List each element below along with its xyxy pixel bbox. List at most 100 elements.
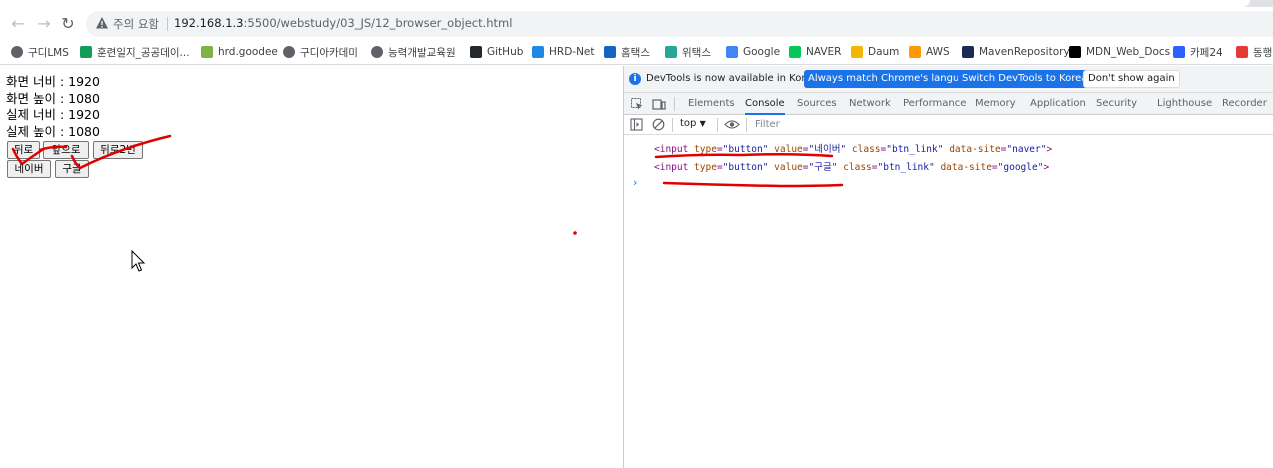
- switch-to-korean-button[interactable]: Switch DevTools to Korean: [958, 70, 1098, 88]
- sheets-icon: [80, 46, 92, 58]
- bookmark-item[interactable]: hrd.goodee: [201, 44, 278, 60]
- tab-application[interactable]: Application: [1030, 93, 1086, 115]
- bookmark-item[interactable]: 카페24: [1173, 44, 1223, 60]
- forward-button[interactable]: 앞으로: [43, 141, 89, 159]
- bookmark-item[interactable]: GitHub: [470, 44, 523, 60]
- inner-height-text: 실제 높이 : 1080: [6, 124, 100, 139]
- bookmark-label: 훈련일지_공공데이...: [97, 46, 190, 59]
- console-prompt[interactable]: ›: [633, 176, 637, 189]
- daum-icon: [851, 46, 863, 58]
- browser-toolbar: ← → ↻ 주의 요함 192.168.1.3:5500/webstudy/03…: [0, 7, 1273, 39]
- mdn-icon: [1069, 46, 1081, 58]
- tab-elements[interactable]: Elements: [688, 93, 735, 115]
- page-content: 화면 너비 : 1920 화면 높이 : 1080 실제 너비 : 1920 실…: [0, 66, 623, 468]
- bookmark-item[interactable]: Daum: [851, 44, 899, 60]
- hrdnet-icon: [532, 46, 544, 58]
- bookmark-label: Google: [743, 46, 781, 58]
- naver-button[interactable]: 네이버: [7, 160, 51, 178]
- reload-icon[interactable]: ↻: [58, 14, 78, 34]
- bookmark-label: MavenRepository: [979, 46, 1070, 58]
- browser-window: ← → ↻ 주의 요함 192.168.1.3:5500/webstudy/03…: [0, 0, 1273, 468]
- dont-show-again-button[interactable]: Don't show again: [1083, 70, 1180, 88]
- device-toolbar-icon[interactable]: [652, 97, 666, 111]
- bookmark-item[interactable]: AWS: [909, 44, 950, 60]
- url-path: :5500/webstudy/03_JS/12_browser_object.h…: [243, 16, 513, 30]
- bookmark-item[interactable]: 훈련일지_공공데이...: [80, 44, 190, 60]
- back-arrow-icon[interactable]: ←: [8, 14, 28, 34]
- bookmark-item[interactable]: 구디LMS: [11, 44, 69, 60]
- devtools-tab-bar: Elements Console Sources Network Performance…: [624, 93, 1273, 115]
- mouse-cursor-icon: [131, 250, 146, 272]
- dropdown-arrow-icon: ▼: [699, 119, 706, 128]
- screen-height-text: 화면 높이 : 1080: [6, 91, 100, 106]
- tab-performance[interactable]: Performance: [903, 93, 966, 115]
- globe-icon: [11, 46, 23, 58]
- console-site: naver: [1012, 144, 1041, 155]
- cafe24-icon: [1173, 46, 1185, 58]
- donghaeng-icon: [1236, 46, 1248, 58]
- toolbar-separator: [717, 118, 718, 132]
- wetax-icon: [665, 46, 677, 58]
- devtools-info-text: DevTools is now available in Korean!: [646, 73, 828, 84]
- back-twice-button[interactable]: 뒤로2번: [93, 141, 143, 159]
- bookmark-item[interactable]: MavenRepository: [962, 44, 1070, 60]
- google-button[interactable]: 구글: [55, 160, 89, 178]
- bookmark-item[interactable]: 구디아카데미: [283, 44, 358, 60]
- hometax-icon: [604, 46, 616, 58]
- warning-icon[interactable]: [95, 16, 109, 30]
- tab-network[interactable]: Network: [849, 93, 891, 115]
- bookmark-item[interactable]: MDN_Web_Docs: [1069, 44, 1170, 60]
- devtools-language-infobar: i DevTools is now available in Korean! A…: [624, 66, 1273, 93]
- sidebar-toggle-icon[interactable]: [630, 118, 643, 131]
- bookmark-item[interactable]: Google: [726, 44, 780, 60]
- bookmark-item[interactable]: HRD-Net: [532, 44, 595, 60]
- tab-security[interactable]: Security: [1096, 93, 1137, 115]
- console-filter-input[interactable]: Filter: [752, 117, 952, 133]
- leaf-icon: [201, 46, 213, 58]
- bookmark-label: NAVER: [806, 46, 842, 58]
- url-host: 192.168.1.3: [174, 16, 244, 30]
- screen-width-text: 화면 너비 : 1920: [6, 74, 100, 89]
- inspect-element-icon[interactable]: [630, 97, 644, 111]
- bookmark-item[interactable]: 능력개발교육원: [371, 44, 456, 60]
- tab-memory[interactable]: Memory: [975, 93, 1016, 115]
- bookmark-item[interactable]: 동행: [1236, 44, 1272, 60]
- live-expression-eye-icon[interactable]: [724, 119, 740, 130]
- bookmark-item[interactable]: 위택스: [665, 44, 711, 60]
- clear-console-icon[interactable]: [652, 118, 665, 131]
- bookmark-item[interactable]: NAVER: [789, 44, 841, 60]
- github-icon: [470, 46, 482, 58]
- bookmark-label: 카페24: [1190, 46, 1223, 59]
- tab-recorder[interactable]: Recorder: [1222, 93, 1267, 115]
- security-warning-label[interactable]: 주의 요함: [113, 16, 159, 32]
- back-button[interactable]: 뒤로: [7, 141, 40, 159]
- globe-icon: [371, 46, 383, 58]
- bookmark-label: 구디LMS: [28, 46, 69, 59]
- console-site: google: [1003, 162, 1038, 173]
- tab-lighthouse[interactable]: Lighthouse: [1157, 93, 1212, 115]
- tab-sources[interactable]: Sources: [797, 93, 837, 115]
- bookmark-label: GitHub: [487, 46, 524, 58]
- bookmark-label: 동행: [1253, 46, 1273, 59]
- context-label: top: [680, 118, 697, 129]
- forward-arrow-icon[interactable]: →: [34, 14, 54, 34]
- url-text[interactable]: 192.168.1.3:5500/webstudy/03_JS/12_brows…: [174, 16, 512, 30]
- bookmark-label: 능력개발교육원: [388, 46, 456, 59]
- tab-separator: [674, 97, 675, 111]
- tab-console[interactable]: Console: [745, 93, 785, 115]
- aws-icon: [909, 46, 921, 58]
- always-match-language-button[interactable]: Always match Chrome's language: [804, 70, 982, 88]
- bookmark-label: 구디아카데미: [300, 46, 358, 59]
- address-bar[interactable]: 주의 요함 192.168.1.3:5500/webstudy/03_JS/12…: [86, 11, 1273, 37]
- bookmark-item[interactable]: 홈택스: [604, 44, 650, 60]
- bookmark-label: 홈택스: [621, 46, 650, 59]
- info-icon: i: [629, 73, 641, 85]
- context-selector[interactable]: top ▼: [680, 118, 706, 129]
- maven-icon: [962, 46, 974, 58]
- console-log-line: <input type="button" value="네이버" class="…: [654, 144, 1053, 155]
- active-tab[interactable]: [0, 0, 1250, 7]
- console-log-line: <input type="button" value="구글" class="b…: [654, 162, 1050, 173]
- bookmark-label: MDN_Web_Docs: [1086, 46, 1171, 58]
- url-separator: [167, 17, 168, 31]
- devtools-panel: i DevTools is now available in Korean! A…: [623, 66, 1273, 468]
